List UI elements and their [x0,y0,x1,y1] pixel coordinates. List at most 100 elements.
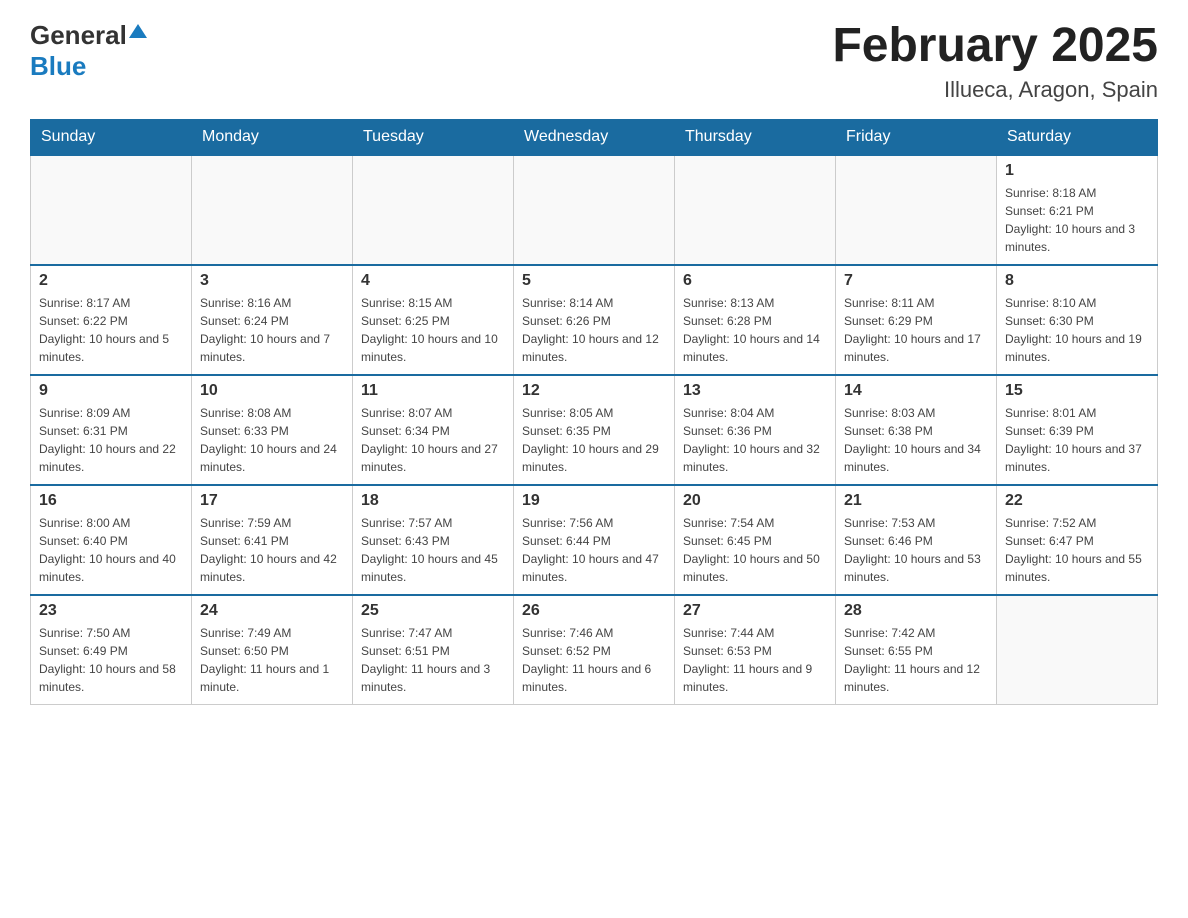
day-info: Sunrise: 8:00 AMSunset: 6:40 PMDaylight:… [39,514,183,586]
day-number: 15 [1005,382,1149,400]
day-number: 8 [1005,272,1149,290]
day-info: Sunrise: 8:04 AMSunset: 6:36 PMDaylight:… [683,404,827,476]
table-row: 18 Sunrise: 7:57 AMSunset: 6:43 PMDayligh… [353,485,514,595]
calendar-week-row: 2Sunrise: 8:17 AMSunset: 6:22 PMDaylight… [31,265,1158,375]
table-row: 25 Sunrise: 7:47 AMSunset: 6:51 PMDayligh… [353,595,514,705]
day-number: 4 [361,272,505,290]
table-row: 7 Sunrise: 8:11 AMSunset: 6:29 PMDaylight… [836,265,997,375]
table-row: 22 Sunrise: 7:52 AMSunset: 6:47 PMDayligh… [997,485,1158,595]
table-row: 10 Sunrise: 8:08 AMSunset: 6:33 PMDayligh… [192,375,353,485]
day-number: 28 [844,602,988,620]
day-number: 26 [522,602,666,620]
header-sunday: Sunday [31,119,192,155]
day-info: Sunrise: 8:03 AMSunset: 6:38 PMDaylight:… [844,404,988,476]
calendar-header-row: Sunday Monday Tuesday Wednesday Thursday… [31,119,1158,155]
location-subtitle: Illueca, Aragon, Spain [832,77,1158,103]
header-friday: Friday [836,119,997,155]
day-number: 10 [200,382,344,400]
month-title: February 2025 [832,20,1158,73]
day-info: Sunrise: 7:53 AMSunset: 6:46 PMDaylight:… [844,514,988,586]
calendar-week-row: 1 Sunrise: 8:18 AMSunset: 6:21 PMDaylight… [31,155,1158,265]
day-number: 12 [522,382,666,400]
table-row: 28 Sunrise: 7:42 AMSunset: 6:55 PMDayligh… [836,595,997,705]
day-info: Sunrise: 7:47 AMSunset: 6:51 PMDaylight:… [361,624,505,696]
day-info: Sunrise: 8:15 AMSunset: 6:25 PMDaylight:… [361,294,505,366]
day-info: Sunrise: 7:50 AMSunset: 6:49 PMDaylight:… [39,624,183,696]
table-row: 24 Sunrise: 7:49 AMSunset: 6:50 PMDayligh… [192,595,353,705]
day-info: Sunrise: 7:56 AMSunset: 6:44 PMDaylight:… [522,514,666,586]
table-row: 26 Sunrise: 7:46 AMSunset: 6:52 PMDayligh… [514,595,675,705]
day-number: 7 [844,272,988,290]
table-row: 12Sunrise: 8:05 AMSunset: 6:35 PMDayligh… [514,375,675,485]
table-row: 5Sunrise: 8:14 AMSunset: 6:26 PMDaylight… [514,265,675,375]
table-row [31,155,192,265]
day-number: 6 [683,272,827,290]
table-row: 9 Sunrise: 8:09 AMSunset: 6:31 PMDaylight… [31,375,192,485]
day-info: Sunrise: 7:42 AMSunset: 6:55 PMDaylight:… [844,624,988,696]
table-row: 17Sunrise: 7:59 AMSunset: 6:41 PMDayligh… [192,485,353,595]
table-row: 14 Sunrise: 8:03 AMSunset: 6:38 PMDayligh… [836,375,997,485]
table-row [836,155,997,265]
logo-general-text: General [30,20,127,51]
table-row: 13 Sunrise: 8:04 AMSunset: 6:36 PMDayligh… [675,375,836,485]
calendar-week-row: 9 Sunrise: 8:09 AMSunset: 6:31 PMDaylight… [31,375,1158,485]
day-info: Sunrise: 8:09 AMSunset: 6:31 PMDaylight:… [39,404,183,476]
day-number: 22 [1005,492,1149,510]
day-info: Sunrise: 7:54 AMSunset: 6:45 PMDaylight:… [683,514,827,586]
day-info: Sunrise: 8:17 AMSunset: 6:22 PMDaylight:… [39,294,183,366]
table-row: 21 Sunrise: 7:53 AMSunset: 6:46 PMDayligh… [836,485,997,595]
day-number: 23 [39,602,183,620]
page-header: General Blue February 2025 Illueca, Arag… [30,20,1158,103]
day-number: 24 [200,602,344,620]
day-info: Sunrise: 8:18 AMSunset: 6:21 PMDaylight:… [1005,184,1149,256]
table-row: 19 Sunrise: 7:56 AMSunset: 6:44 PMDayligh… [514,485,675,595]
day-number: 25 [361,602,505,620]
table-row [192,155,353,265]
table-row: 2Sunrise: 8:17 AMSunset: 6:22 PMDaylight… [31,265,192,375]
day-number: 1 [1005,162,1149,180]
table-row: 20 Sunrise: 7:54 AMSunset: 6:45 PMDayligh… [675,485,836,595]
day-info: Sunrise: 8:07 AMSunset: 6:34 PMDaylight:… [361,404,505,476]
day-number: 21 [844,492,988,510]
day-info: Sunrise: 7:49 AMSunset: 6:50 PMDaylight:… [200,624,344,696]
table-row: 11 Sunrise: 8:07 AMSunset: 6:34 PMDayligh… [353,375,514,485]
table-row: 6 Sunrise: 8:13 AMSunset: 6:28 PMDaylight… [675,265,836,375]
day-number: 9 [39,382,183,400]
day-info: Sunrise: 8:01 AMSunset: 6:39 PMDaylight:… [1005,404,1149,476]
day-info: Sunrise: 7:52 AMSunset: 6:47 PMDaylight:… [1005,514,1149,586]
day-number: 19 [522,492,666,510]
day-info: Sunrise: 8:08 AMSunset: 6:33 PMDaylight:… [200,404,344,476]
day-info: Sunrise: 7:57 AMSunset: 6:43 PMDaylight:… [361,514,505,586]
day-info: Sunrise: 7:44 AMSunset: 6:53 PMDaylight:… [683,624,827,696]
header-wednesday: Wednesday [514,119,675,155]
day-info: Sunrise: 7:59 AMSunset: 6:41 PMDaylight:… [200,514,344,586]
day-number: 20 [683,492,827,510]
table-row: 4 Sunrise: 8:15 AMSunset: 6:25 PMDaylight… [353,265,514,375]
table-row: 3Sunrise: 8:16 AMSunset: 6:24 PMDaylight… [192,265,353,375]
day-info: Sunrise: 8:14 AMSunset: 6:26 PMDaylight:… [522,294,666,366]
day-info: Sunrise: 8:16 AMSunset: 6:24 PMDaylight:… [200,294,344,366]
header-saturday: Saturday [997,119,1158,155]
logo: General Blue [30,20,149,82]
day-info: Sunrise: 8:13 AMSunset: 6:28 PMDaylight:… [683,294,827,366]
logo-blue-text: Blue [30,51,86,82]
day-number: 18 [361,492,505,510]
header-thursday: Thursday [675,119,836,155]
table-row: 27Sunrise: 7:44 AMSunset: 6:53 PMDayligh… [675,595,836,705]
header-monday: Monday [192,119,353,155]
header-tuesday: Tuesday [353,119,514,155]
day-number: 11 [361,382,505,400]
title-area: February 2025 Illueca, Aragon, Spain [832,20,1158,103]
table-row: 23 Sunrise: 7:50 AMSunset: 6:49 PMDayligh… [31,595,192,705]
day-number: 14 [844,382,988,400]
day-number: 13 [683,382,827,400]
table-row: 1 Sunrise: 8:18 AMSunset: 6:21 PMDaylight… [997,155,1158,265]
table-row [997,595,1158,705]
table-row [353,155,514,265]
calendar-week-row: 16Sunrise: 8:00 AMSunset: 6:40 PMDayligh… [31,485,1158,595]
day-info: Sunrise: 8:10 AMSunset: 6:30 PMDaylight:… [1005,294,1149,366]
table-row: 16Sunrise: 8:00 AMSunset: 6:40 PMDayligh… [31,485,192,595]
table-row: 15 Sunrise: 8:01 AMSunset: 6:39 PMDayligh… [997,375,1158,485]
day-info: Sunrise: 8:11 AMSunset: 6:29 PMDaylight:… [844,294,988,366]
day-info: Sunrise: 7:46 AMSunset: 6:52 PMDaylight:… [522,624,666,696]
